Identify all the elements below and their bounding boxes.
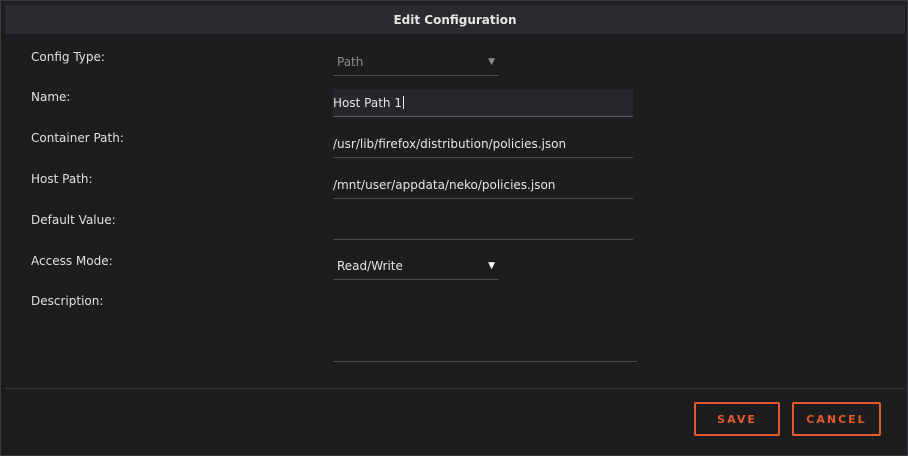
config-type-select[interactable]: Path ▼ (333, 48, 499, 76)
name-input[interactable]: Host Path 1 (333, 89, 633, 117)
description-label: Description: (31, 294, 104, 308)
container-path-input[interactable]: /usr/lib/firefox/distribution/policies.j… (333, 130, 633, 158)
default-value-label: Default Value: (31, 213, 116, 227)
container-path-label: Container Path: (31, 131, 124, 145)
access-mode-select[interactable]: Read/Write ▼ (333, 252, 499, 280)
config-type-value: Path (337, 54, 364, 69)
description-textarea[interactable] (333, 297, 637, 362)
host-path-label: Host Path: (31, 172, 93, 186)
host-path-value: /mnt/user/appdata/neko/policies.json (333, 177, 556, 192)
container-path-value: /usr/lib/firefox/distribution/policies.j… (333, 136, 567, 151)
footer-divider (5, 388, 905, 389)
dialog-titlebar: Edit Configuration (5, 5, 905, 34)
default-value-input[interactable] (333, 212, 633, 240)
cancel-button[interactable]: CANCEL (792, 402, 881, 436)
name-input-value: Host Path 1 (333, 95, 402, 110)
save-button[interactable]: SAVE (694, 402, 780, 436)
dialog-title: Edit Configuration (393, 12, 517, 27)
chevron-down-icon: ▼ (488, 260, 495, 271)
access-mode-value: Read/Write (337, 258, 403, 273)
access-mode-label: Access Mode: (31, 254, 113, 268)
config-type-label: Config Type: (31, 50, 105, 64)
host-path-input[interactable]: /mnt/user/appdata/neko/policies.json (333, 171, 633, 199)
text-cursor (402, 96, 404, 109)
name-label: Name: (31, 90, 71, 104)
edit-configuration-dialog: Edit Configuration Config Type: Path ▼ N… (0, 0, 908, 456)
chevron-down-icon: ▼ (488, 56, 495, 67)
